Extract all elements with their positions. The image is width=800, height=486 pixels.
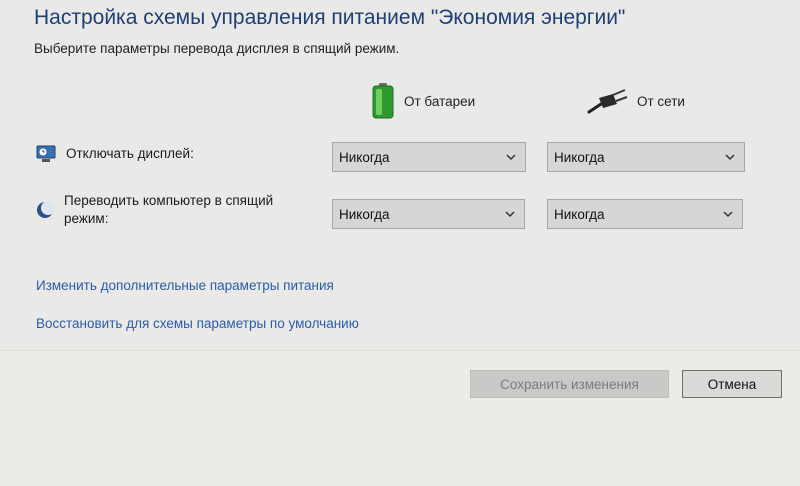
advanced-power-settings-link[interactable]: Изменить дополнительные параметры питани…	[36, 278, 334, 293]
footer-bar	[0, 350, 800, 486]
select-value: Никогда	[339, 149, 390, 165]
column-header-battery: От батареи	[370, 82, 475, 120]
column-label-battery: От батареи	[404, 93, 476, 109]
chevron-down-icon	[725, 154, 735, 161]
setting-label: Отключать дисплей:	[66, 146, 194, 161]
battery-icon	[370, 82, 396, 120]
setting-label: Переводить компьютер в спящий режим:	[64, 193, 274, 226]
chevron-down-icon	[505, 211, 515, 218]
select-value: Никогда	[554, 206, 605, 222]
display-off-battery-select[interactable]: Никогда	[332, 142, 526, 172]
select-value: Никогда	[554, 149, 605, 165]
setting-display-off: Отключать дисплей:	[36, 145, 194, 166]
column-label-plugged: От сети	[637, 93, 685, 109]
display-off-plugged-select[interactable]: Никогда	[547, 142, 745, 172]
cancel-button[interactable]: Отмена	[682, 370, 782, 398]
chevron-down-icon	[723, 211, 733, 218]
page-title: Настройка схемы управления питанием "Эко…	[34, 6, 626, 29]
restore-defaults-link[interactable]: Восстановить для схемы параметры по умол…	[36, 316, 359, 331]
sleep-battery-select[interactable]: Никогда	[332, 199, 525, 229]
sleep-icon	[36, 201, 55, 222]
plug-icon	[587, 86, 629, 116]
save-changes-button[interactable]: Сохранить изменения	[470, 370, 669, 398]
sleep-plugged-select[interactable]: Никогда	[547, 199, 743, 229]
display-icon	[36, 145, 56, 166]
column-header-plugged: От сети	[587, 86, 685, 116]
select-value: Никогда	[339, 206, 390, 222]
setting-sleep: Переводить компьютер в спящий режим:	[36, 192, 314, 228]
chevron-down-icon	[506, 154, 516, 161]
page-subtitle: Выберите параметры перевода дисплея в сп…	[34, 41, 400, 56]
